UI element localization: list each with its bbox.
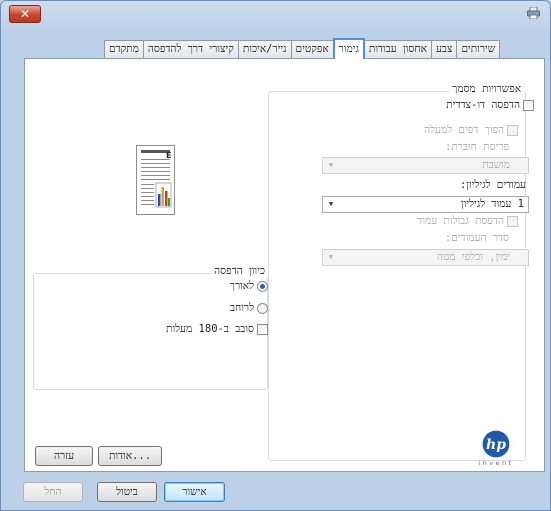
apply-button[interactable]: החל — [23, 482, 83, 502]
help-button[interactable]: עזרה — [35, 446, 93, 466]
page-borders-label: הדפסת גבולות עמוד — [417, 215, 504, 227]
page-order-select: ימין, וכלפי מטה ▼ — [322, 249, 529, 266]
tab-finishing[interactable]: גימור — [332, 38, 365, 59]
duplex-checkbox[interactable] — [523, 99, 534, 111]
chevron-down-icon: ▼ — [328, 253, 334, 261]
landscape-option[interactable]: לרוחב — [230, 302, 268, 314]
booklet-value: מושבת — [482, 159, 510, 171]
about-button[interactable]: אודות... — [98, 446, 162, 466]
tab-paper-quality[interactable]: נייר/איכות — [237, 40, 292, 58]
hp-logo-text: hp — [486, 437, 506, 453]
landscape-label: לרוחב — [229, 302, 254, 314]
duplex-option[interactable]: הדפסה דו-צדדית — [446, 99, 534, 111]
printer-icon — [526, 6, 540, 21]
rotate-label: סובב ב-180 מעלות — [166, 323, 254, 335]
hp-logo-icon: hp invent — [478, 429, 513, 467]
pages-per-sheet-select[interactable]: 1 עמוד לגיליון ▼ — [322, 196, 529, 213]
flip-pages-label: הפוך דפים למעלה — [424, 124, 504, 136]
tab-effects[interactable]: אפקטים — [290, 40, 334, 58]
page-preview: E — [136, 145, 175, 215]
printer-icon-svg — [526, 6, 540, 20]
tab-strip: מתקדם קיצורי דרך להדפסה נייר/איכות אפקטי… — [104, 38, 501, 59]
orientation-title: כיוון הדפסה — [211, 265, 268, 277]
portrait-option[interactable]: לאורך — [230, 280, 268, 292]
page-preview-icon: E — [141, 150, 171, 208]
tab-advanced[interactable]: מתקדם — [104, 40, 144, 58]
portrait-radio[interactable] — [257, 280, 268, 292]
flip-pages-option: הפוך דפים למעלה — [424, 124, 518, 136]
pages-per-sheet-value: 1 עמוד לגיליון — [460, 198, 524, 210]
tab-job-storage[interactable]: אחסון עבודות — [363, 40, 432, 58]
duplex-label: הדפסה דו-צדדית — [446, 99, 520, 111]
cancel-button[interactable]: ביטול — [97, 482, 157, 502]
page-order-label: סדר העמודים: — [444, 232, 509, 244]
flip-pages-checkbox — [507, 124, 518, 136]
document-options-title: אפשרויות מסמך — [449, 83, 524, 95]
ok-button[interactable]: אישור — [164, 482, 225, 502]
svg-text:E: E — [166, 151, 171, 160]
portrait-label: לאורך — [229, 280, 254, 292]
page-borders-checkbox — [507, 215, 518, 227]
booklet-label: פריסת חוברת: — [445, 141, 509, 153]
close-button[interactable]: ✕ — [9, 5, 41, 23]
chevron-down-icon: ▼ — [328, 200, 334, 208]
landscape-radio[interactable] — [257, 302, 268, 314]
hp-tagline: invent — [478, 459, 513, 467]
chevron-down-icon: ▼ — [328, 161, 334, 169]
tab-shortcuts[interactable]: קיצורי דרך להדפסה — [142, 40, 239, 58]
rotate-option[interactable]: סובב ב-180 מעלות — [166, 323, 268, 335]
page-order-value: ימין, וכלפי מטה — [437, 251, 510, 263]
tab-services[interactable]: שירותים — [456, 40, 501, 58]
finishing-panel: E אפשרויות מסמך הדפסה דו-צדדית הפוך דפים… — [24, 58, 545, 472]
pages-per-sheet-label: עמודים לגיליון: — [459, 179, 526, 191]
print-properties-dialog: ✕ מתקדם קיצורי דרך להדפסה נייר/איכות אפק… — [0, 0, 551, 511]
booklet-select: מושבת ▼ — [322, 157, 529, 174]
hp-logo: hp invent — [469, 429, 523, 468]
rotate-checkbox[interactable] — [257, 323, 268, 335]
tab-color[interactable]: צבע — [430, 40, 458, 58]
page-borders-option: הדפסת גבולות עמוד — [417, 215, 518, 227]
